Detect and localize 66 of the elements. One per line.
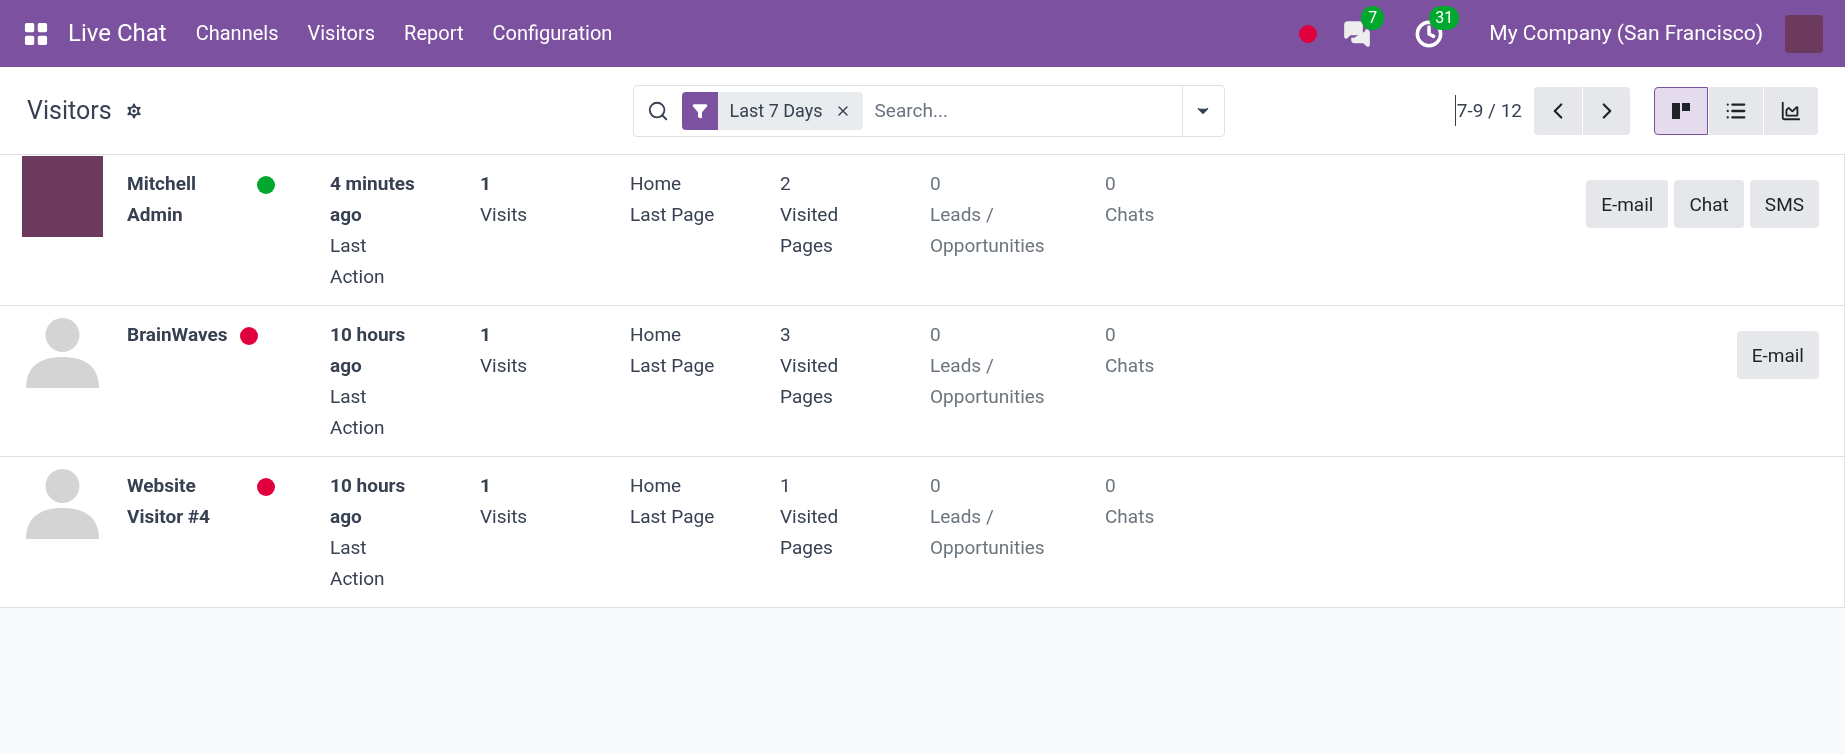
search-input[interactable]: Search... bbox=[874, 95, 1182, 126]
last-action-time: 10 hours ago bbox=[330, 322, 407, 379]
page-title: Visitors bbox=[27, 95, 112, 126]
message-count-badge: 7 bbox=[1361, 5, 1385, 30]
chats-count: 0 bbox=[1105, 322, 1117, 348]
company-name[interactable]: My Company (San Francisco) bbox=[1489, 18, 1763, 49]
visitor-name: Mitchell Admin bbox=[127, 171, 197, 228]
menu-item[interactable]: Configuration bbox=[492, 18, 613, 49]
action-button[interactable]: SMS bbox=[1749, 180, 1819, 228]
visited-pages-count: 2 bbox=[780, 171, 792, 197]
last-page-value: Home bbox=[630, 473, 683, 499]
visited-pages-label: Visited Pages bbox=[780, 504, 840, 561]
filter-icon bbox=[691, 102, 708, 119]
action-button[interactable]: Chat bbox=[1674, 180, 1744, 228]
visitor-name: Website Visitor #4 bbox=[127, 473, 211, 530]
last-page-value: Home bbox=[630, 171, 683, 197]
menu-item[interactable]: Visitors bbox=[307, 18, 376, 49]
last-action-label: Last Action bbox=[330, 535, 386, 592]
area-chart-icon bbox=[1780, 99, 1802, 122]
visits-label: Visits bbox=[480, 202, 529, 228]
leads-count: 0 bbox=[930, 322, 942, 348]
visited-pages-label: Visited Pages bbox=[780, 202, 840, 259]
facet-label: Last 7 Days bbox=[728, 99, 824, 123]
last-action-label: Last Action bbox=[330, 384, 386, 441]
leads-label: Leads / Opportunities bbox=[930, 504, 1046, 561]
last-page-label: Last Page bbox=[630, 202, 716, 228]
last-action-time: 4 minutes ago bbox=[330, 171, 416, 228]
visits-count: 1 bbox=[480, 473, 492, 499]
view-switch-button[interactable] bbox=[1764, 86, 1818, 135]
pager-value[interactable]: 7-9 / 12 bbox=[1454, 95, 1522, 126]
leads-label: Leads / Opportunities bbox=[930, 202, 1046, 259]
chats-label: Chats bbox=[1105, 504, 1156, 530]
visitor-row[interactable]: BrainWaves 10 hours ago Last Action 1 Visits Home Last Page 3 Visited Pages 0 Leads / Opportunities 0 Chats E-mail bbox=[0, 306, 1844, 457]
last-action-time: 10 hours ago bbox=[330, 473, 407, 530]
chats-count: 0 bbox=[1105, 473, 1117, 499]
search-icon[interactable] bbox=[646, 99, 669, 122]
kanban-icon bbox=[1671, 100, 1691, 121]
visits-label: Visits bbox=[480, 353, 529, 379]
visitor-row[interactable]: Website Visitor #4 10 hours ago Last Action 1 Visits Home Last Page 1 Visited Pages 0 Leads / Opportunities 0 Chats bbox=[0, 457, 1844, 608]
visited-pages-label: Visited Pages bbox=[780, 353, 840, 410]
last-page-label: Last Page bbox=[630, 504, 716, 530]
chats-label: Chats bbox=[1105, 353, 1156, 379]
last-action-label: Last Action bbox=[330, 233, 386, 290]
action-button[interactable]: E-mail bbox=[1586, 180, 1669, 228]
view-switch-button[interactable] bbox=[1654, 86, 1708, 135]
menu-item[interactable]: Channels bbox=[195, 18, 279, 49]
view-switch-button[interactable] bbox=[1709, 86, 1763, 135]
chats-label: Chats bbox=[1105, 202, 1156, 228]
visited-pages-count: 1 bbox=[780, 473, 792, 499]
leads-label: Leads / Opportunities bbox=[930, 353, 1046, 410]
visits-count: 1 bbox=[480, 322, 492, 348]
visitor-row[interactable]: Mitchell Admin 4 minutes ago Last Action 1 Visits Home Last Page 2 Visited Pages 0 Leads / Opportunities 0 Chats E-mail Chat SMS bbox=[0, 155, 1844, 306]
visits-label: Visits bbox=[480, 504, 529, 530]
app-title[interactable]: Live Chat bbox=[68, 18, 167, 49]
chats-count: 0 bbox=[1105, 171, 1117, 197]
visited-pages-count: 3 bbox=[780, 322, 792, 348]
last-page-value: Home bbox=[630, 322, 683, 348]
menu-item[interactable]: Report bbox=[404, 18, 464, 49]
last-page-label: Last Page bbox=[630, 353, 716, 379]
visitor-name: BrainWaves bbox=[127, 322, 228, 348]
leads-count: 0 bbox=[930, 171, 942, 197]
search-bar[interactable]: Last 7 Days Search... bbox=[632, 84, 1225, 137]
leads-count: 0 bbox=[930, 473, 942, 499]
visits-count: 1 bbox=[480, 171, 492, 197]
action-button[interactable]: E-mail bbox=[1736, 331, 1819, 379]
activity-count-badge: 31 bbox=[1429, 5, 1460, 30]
